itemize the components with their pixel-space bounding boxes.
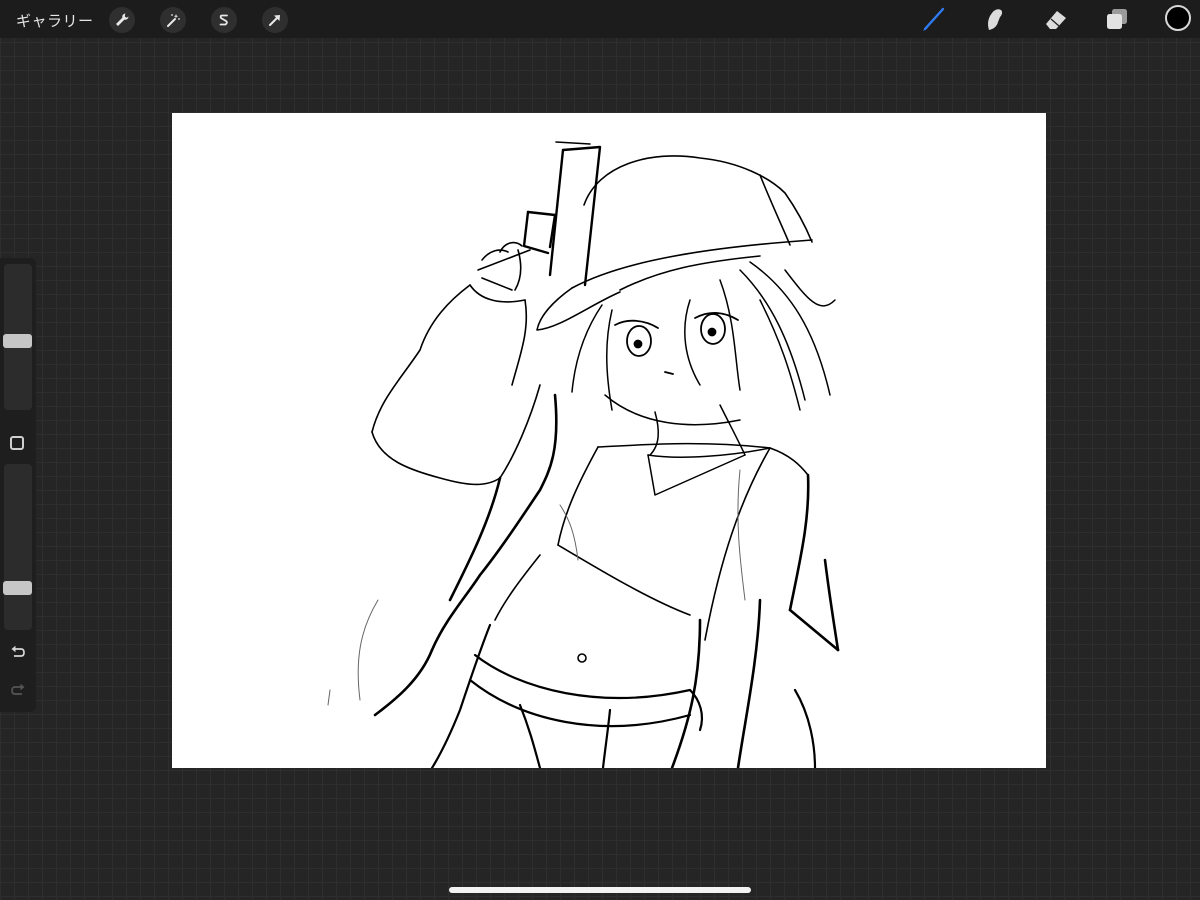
opacity-slider[interactable] [3,464,32,630]
selection-button[interactable] [211,7,237,33]
opacity-thumb[interactable] [3,581,32,596]
smudge-icon [988,9,1003,30]
layers-tool[interactable] [1103,5,1131,33]
brush-tool[interactable] [920,5,948,33]
gallery-button[interactable]: ギャラリー [16,10,94,31]
left-sidebar [0,258,36,712]
transform-button[interactable] [262,7,288,33]
top-toolbar: ギャラリー [0,0,1200,38]
transform-arrow-icon [269,15,280,26]
brush-size-thumb[interactable] [3,333,32,348]
line-art-sketch [327,141,840,768]
modify-button[interactable] [10,436,24,450]
redo-icon [11,683,25,695]
selection-s-icon [219,14,228,26]
drawing-canvas[interactable] [172,113,1046,768]
eraser-icon [1046,11,1066,29]
actions-button[interactable] [109,7,135,33]
smudge-tool[interactable] [980,5,1008,33]
color-picker-button[interactable] [1165,5,1191,31]
home-indicator[interactable] [449,887,751,893]
undo-icon [11,645,25,657]
layers-icon [1107,9,1127,29]
undo-button[interactable] [8,642,28,662]
brush-icon [923,7,945,31]
eraser-tool[interactable] [1042,5,1070,33]
redo-button[interactable] [8,680,28,700]
wrench-icon [116,13,129,26]
magic-wand-icon [167,14,180,27]
brush-size-slider[interactable] [3,264,32,410]
adjustments-button[interactable] [160,7,186,33]
